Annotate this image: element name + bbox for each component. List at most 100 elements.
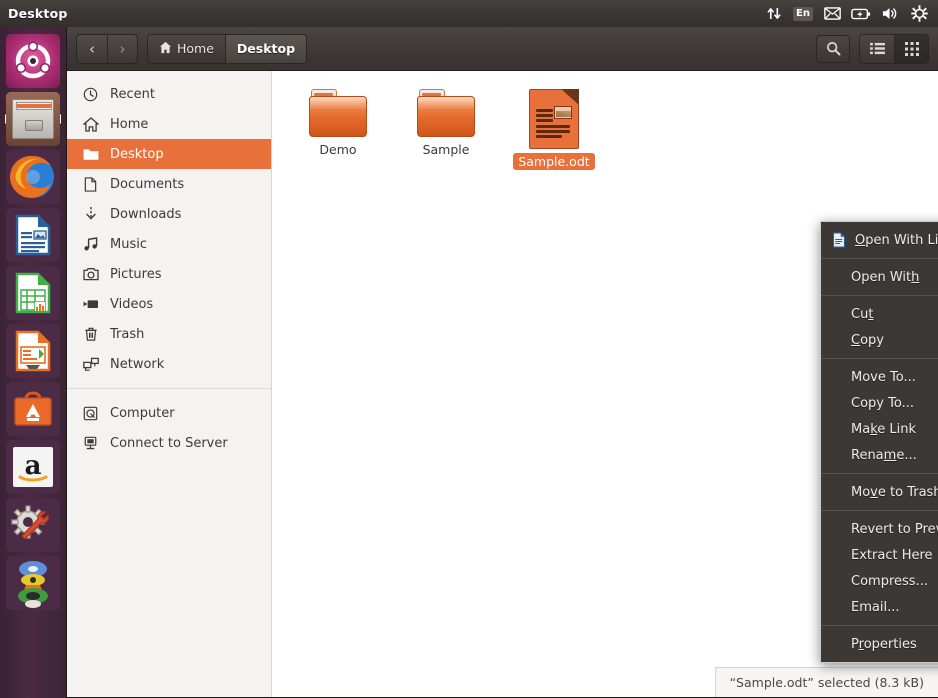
battery-icon[interactable]: [851, 4, 871, 24]
libreoffice-impress-icon[interactable]: [6, 324, 60, 378]
search-button[interactable]: [816, 34, 850, 63]
firefox-icon[interactable]: [6, 150, 60, 204]
sidebar-label-recent: Recent: [110, 86, 155, 102]
menu-separator: [821, 258, 938, 259]
libreoffice-calc-icon[interactable]: [6, 266, 60, 320]
writer-document-icon: [831, 232, 847, 248]
sidebar-item-documents[interactable]: Documents: [67, 169, 271, 199]
menu-item-make-link[interactable]: Make Link: [821, 416, 938, 442]
sidebar-item-pictures[interactable]: Pictures: [67, 259, 271, 289]
view-mode-group: [859, 33, 929, 64]
sidebar-item-connect-to-server[interactable]: Connect to Server: [67, 428, 271, 458]
file-manager-window: ‹ › Home Desktop Recent Home Desktop Doc…: [66, 27, 938, 698]
music-icon: [82, 236, 99, 253]
sidebar-label-network: Network: [110, 356, 165, 372]
ubuntu-dash-icon[interactable]: [6, 34, 60, 88]
folder-icon: [309, 89, 367, 137]
system-settings-icon[interactable]: [6, 498, 60, 552]
file-item-sample-odt[interactable]: Sample.odt: [500, 85, 608, 170]
sidebar-label-connect-to-server: Connect to Server: [110, 435, 228, 451]
home-icon: [159, 41, 172, 57]
sidebar-label-downloads: Downloads: [110, 206, 182, 222]
indicator-area: En: [764, 4, 938, 24]
menu-item-move-to[interactable]: Move To...: [821, 364, 938, 390]
breadcrumb-label-home: Home: [177, 41, 214, 56]
unity-launcher: a: [0, 27, 66, 698]
file-label-sample: Sample: [422, 142, 470, 157]
sidebar-label-desktop: Desktop: [110, 146, 164, 162]
network-icon: [82, 356, 99, 373]
window-title: Desktop: [8, 6, 68, 21]
list-view-button[interactable]: [860, 34, 894, 63]
menu-item-email[interactable]: Email...: [821, 594, 938, 620]
software-center-icon[interactable]: [6, 382, 60, 436]
menu-label-move-to-trash: Move to Trash: [851, 484, 938, 500]
sidebar-item-computer[interactable]: Computer: [67, 398, 271, 428]
menu-label-copy-to: Copy To...: [851, 395, 914, 411]
breadcrumb-label-desktop: Desktop: [236, 41, 296, 56]
grid-view-button[interactable]: [894, 34, 928, 63]
file-manager-toolbar: ‹ › Home Desktop: [67, 27, 938, 71]
toolbar-right-group: [816, 33, 929, 64]
menu-label-make-link: Make Link: [851, 421, 917, 437]
computer-icon: [82, 405, 99, 422]
menu-separator: [821, 295, 938, 296]
forward-button[interactable]: ›: [107, 34, 137, 63]
menu-item-revert-to-previous-version[interactable]: Revert to Previous Version...: [821, 516, 938, 542]
sidebar-label-trash: Trash: [110, 326, 145, 342]
system-menu-icon[interactable]: [909, 4, 929, 24]
libreoffice-writer-icon[interactable]: [6, 208, 60, 262]
breadcrumb-item-desktop[interactable]: Desktop: [224, 34, 307, 63]
svg-text:a: a: [25, 451, 42, 481]
menu-item-properties[interactable]: Properties: [821, 631, 938, 657]
sidebar-item-recent[interactable]: Recent: [67, 79, 271, 109]
menu-label-move-to: Move To...: [851, 369, 916, 385]
menu-item-open-with-libreoffice-writer[interactable]: Open With LibreOffice Writer: [821, 227, 938, 253]
menu-item-move-to-trash[interactable]: Move to Trash: [821, 479, 938, 505]
download-icon: [82, 206, 99, 223]
sidebar-item-downloads[interactable]: Downloads: [67, 199, 271, 229]
sidebar-item-music[interactable]: Music: [67, 229, 271, 259]
file-manager-body: Recent Home Desktop Documents Downloads …: [67, 71, 938, 697]
navigation-buttons: ‹ ›: [76, 33, 138, 64]
network-icon[interactable]: [764, 4, 784, 24]
file-list-area[interactable]: Demo Sample Sample.odt Open With Li Open…: [272, 71, 938, 697]
volume-icon[interactable]: [880, 4, 900, 24]
menu-item-copy[interactable]: Copy: [821, 327, 938, 353]
sidebar-item-home[interactable]: Home: [67, 109, 271, 139]
clock-icon: [82, 86, 99, 103]
menu-label-revert-to-previous-version: Revert to Previous Version...: [851, 521, 938, 537]
home-icon: [82, 116, 99, 133]
menu-item-cut[interactable]: Cut: [821, 301, 938, 327]
file-label-sample-odt: Sample.odt: [513, 153, 595, 170]
server-icon: [82, 435, 99, 452]
sidebar-item-network[interactable]: Network: [67, 349, 271, 379]
sidebar-item-videos[interactable]: Videos: [67, 289, 271, 319]
workspace-switcher-icon[interactable]: [6, 556, 60, 610]
menu-label-properties: Properties: [851, 636, 917, 652]
keyboard-layout-indicator[interactable]: En: [793, 4, 813, 24]
messaging-icon[interactable]: [822, 4, 842, 24]
file-item-demo[interactable]: Demo: [284, 85, 392, 170]
file-item-sample[interactable]: Sample: [392, 85, 500, 170]
file-label-demo: Demo: [319, 142, 357, 157]
menu-item-extract-here[interactable]: Extract Here: [821, 542, 938, 568]
amazon-icon[interactable]: a: [6, 440, 60, 494]
menu-item-rename[interactable]: Rename...: [821, 442, 938, 468]
menu-item-compress[interactable]: Compress...: [821, 568, 938, 594]
sidebar-item-trash[interactable]: Trash: [67, 319, 271, 349]
menu-label-open-with-libreoffice-writer: Open With LibreOffice Writer: [855, 232, 938, 248]
menu-item-open-with[interactable]: Open With ›: [821, 264, 938, 290]
folder-icon: [82, 146, 99, 163]
breadcrumb-item-home[interactable]: Home: [148, 34, 225, 63]
menu-item-copy-to[interactable]: Copy To...: [821, 390, 938, 416]
menu-label-rename: Rename...: [851, 447, 917, 463]
top-panel: Desktop En: [0, 0, 938, 27]
menu-label-cut: Cut: [851, 306, 874, 322]
back-button[interactable]: ‹: [77, 35, 107, 63]
sidebar-label-home: Home: [110, 116, 149, 132]
trash-icon: [82, 326, 99, 343]
breadcrumb: Home Desktop: [147, 33, 308, 64]
files-icon[interactable]: [5, 92, 61, 146]
sidebar-item-desktop[interactable]: Desktop: [67, 139, 271, 169]
